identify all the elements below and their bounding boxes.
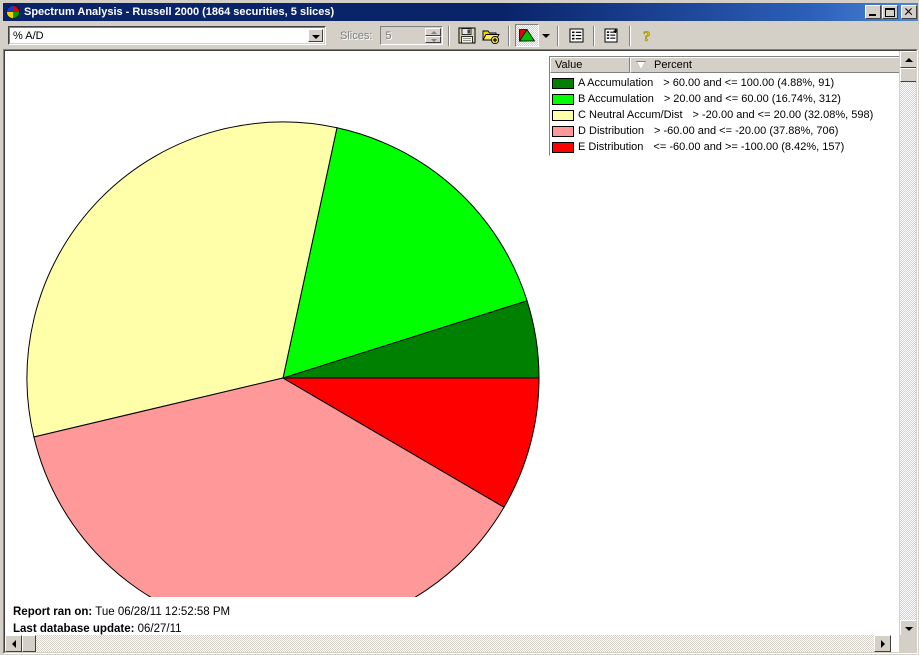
legend-row-description: > 20.00 and <= 60.00 (16.74%, 312) <box>663 93 841 105</box>
slices-value: 5 <box>385 29 392 42</box>
legend-row-name: B Accumulation <box>578 93 654 105</box>
legend-column-value-label: Value <box>555 59 583 71</box>
scrollbar-corner <box>899 635 916 652</box>
help-button[interactable]: ? <box>636 24 660 47</box>
legend-color-swatch <box>552 93 574 105</box>
slices-label: Slices: <box>340 29 373 42</box>
legend-color-swatch <box>552 125 574 137</box>
client-area: Value Percent A Accumulation > 60.00 and … <box>3 49 918 654</box>
legend-row-name: A Accumulation <box>578 77 654 89</box>
legend-row-description: <= -60.00 and >= -100.00 (8.42%, 157) <box>653 141 845 153</box>
report-ran-label: Report ran on: <box>13 606 93 618</box>
vertical-scrollbar[interactable] <box>899 51 916 637</box>
minimize-button[interactable] <box>865 5 881 19</box>
legend-row-name: E Distribution <box>578 141 644 153</box>
application-window: Spectrum Analysis - Russell 2000 (1864 s… <box>0 0 919 655</box>
legend-row-description: > -60.00 and <= -20.00 (37.88%, 706) <box>654 125 839 137</box>
slices-stepper[interactable]: 5 <box>380 26 444 45</box>
legend-color-swatch <box>552 141 574 153</box>
legend-row[interactable]: C Neutral Accum/Dist > -20.00 and <= 20.0… <box>552 107 916 123</box>
legend-rows: A Accumulation > 60.00 and <= 100.00 (4.8… <box>550 73 916 155</box>
save-button[interactable] <box>455 24 479 47</box>
legend-row-name: C Neutral Accum/Dist <box>578 109 683 121</box>
legend-color-swatch <box>552 109 574 121</box>
close-button[interactable] <box>901 5 917 19</box>
legend-color-swatch <box>552 77 574 89</box>
toolbar: % A/D Slices: 5 ? <box>3 22 918 49</box>
slices-increment-button[interactable] <box>425 28 442 36</box>
last-update-label: Last database update: <box>13 623 135 635</box>
scroll-left-button[interactable] <box>5 635 22 652</box>
sort-descending-icon <box>636 60 646 69</box>
legend-column-percent-label: Percent <box>654 59 692 71</box>
report-ran-value: Tue 06/28/11 12:52:58 PM <box>95 606 231 618</box>
report-ran-line: Report ran on: Tue 06/28/11 12:52:58 PM <box>13 604 891 621</box>
legend-row-description: > -20.00 and <= 20.00 (32.08%, 598) <box>692 109 874 121</box>
legend-row[interactable]: E Distribution <= -60.00 and >= -100.00 (… <box>552 139 916 155</box>
legend-row[interactable]: A Accumulation > 60.00 and <= 100.00 (4.8… <box>552 75 916 91</box>
last-update-value: 06/27/11 <box>137 623 182 635</box>
legend-column-value[interactable]: Value <box>550 57 630 73</box>
slices-decrement-button[interactable] <box>425 35 442 43</box>
window-title: Spectrum Analysis - Russell 2000 (1864 s… <box>24 6 335 18</box>
svg-text:?: ? <box>643 29 651 44</box>
horizontal-scroll-thumb[interactable] <box>22 635 36 652</box>
legend-row-name: D Distribution <box>578 125 645 137</box>
indicator-select-value: % A/D <box>13 29 44 42</box>
list-view-button[interactable] <box>564 24 588 47</box>
title-bar[interactable]: Spectrum Analysis - Russell 2000 (1864 s… <box>3 3 918 21</box>
open-button[interactable] <box>479 24 503 47</box>
legend-row[interactable]: B Accumulation > 20.00 and <= 60.00 (16.7… <box>552 91 916 107</box>
legend-row[interactable]: D Distribution > -60.00 and <= -20.00 (37… <box>552 123 916 139</box>
pie-chart-view-button[interactable] <box>515 24 540 47</box>
indicator-select[interactable]: % A/D <box>8 26 326 45</box>
toolbar-separator <box>593 25 596 46</box>
scroll-right-button[interactable] <box>874 635 891 652</box>
vertical-scroll-thumb[interactable] <box>900 68 916 82</box>
toolbar-separator <box>629 25 632 46</box>
legend-row-description: > 60.00 and <= 100.00 (4.88%, 91) <box>663 77 835 89</box>
toolbar-separator <box>557 25 560 46</box>
scroll-up-button[interactable] <box>900 51 916 68</box>
toolbar-separator <box>448 25 451 46</box>
legend-panel: Value Percent A Accumulation > 60.00 and … <box>549 56 916 156</box>
pie-chart-icon <box>5 5 21 19</box>
chart-canvas: Value Percent A Accumulation > 60.00 and … <box>5 51 916 597</box>
legend-column-percent[interactable]: Percent <box>630 57 916 73</box>
detail-report-button[interactable] <box>600 24 624 47</box>
chart-type-dropdown[interactable] <box>539 24 552 47</box>
horizontal-scrollbar[interactable] <box>5 635 891 652</box>
legend-header: Value Percent <box>550 57 916 73</box>
toolbar-separator <box>508 25 511 46</box>
chevron-down-icon[interactable] <box>308 29 323 42</box>
maximize-button[interactable] <box>882 5 898 19</box>
